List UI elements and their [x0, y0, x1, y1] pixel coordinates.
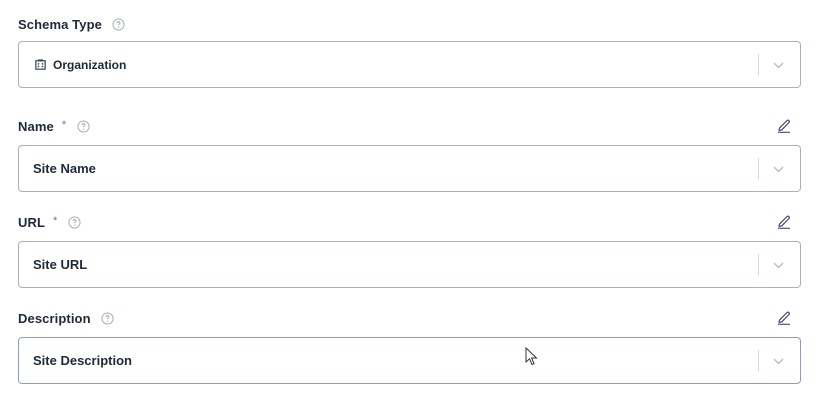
name-label: Name [18, 118, 54, 134]
name-select[interactable]: Site Name [18, 145, 801, 192]
description-value: Site Description [33, 353, 132, 368]
description-select[interactable]: Site Description [18, 337, 801, 384]
schema-type-label-row: Schema Type [18, 14, 801, 34]
required-marker: * [61, 118, 67, 131]
name-value: Site Name [33, 161, 96, 176]
schema-type-label: Schema Type [18, 16, 102, 32]
pencil-icon[interactable] [775, 117, 793, 135]
name-label-row: Name * [18, 116, 801, 136]
select-divider [758, 158, 759, 180]
building-icon [33, 58, 47, 72]
schema-type-value: Organization [33, 42, 126, 87]
chevron-down-icon[interactable] [772, 59, 784, 71]
required-marker: * [53, 214, 58, 227]
pencil-icon[interactable] [775, 213, 793, 231]
url-label: URL [18, 214, 46, 230]
description-label: Description [18, 310, 91, 326]
select-divider [758, 350, 759, 372]
chevron-down-icon[interactable] [772, 355, 784, 367]
select-divider [758, 254, 759, 276]
schema-type-value-text: Organization [53, 57, 127, 72]
help-icon[interactable] [76, 119, 90, 133]
description-label-row: Description [18, 308, 801, 328]
url-select[interactable]: Site URL [18, 241, 801, 288]
mouse-cursor-icon [525, 346, 539, 367]
help-icon[interactable] [112, 17, 126, 31]
help-icon[interactable] [67, 215, 81, 229]
schema-type-select[interactable]: Organization [18, 41, 801, 88]
pencil-icon[interactable] [775, 309, 793, 327]
chevron-down-icon[interactable] [772, 163, 784, 175]
select-divider [758, 54, 759, 76]
chevron-down-icon[interactable] [772, 259, 784, 271]
url-value: Site URL [33, 257, 88, 272]
help-icon[interactable] [101, 311, 115, 325]
url-label-row: URL * [18, 212, 801, 232]
